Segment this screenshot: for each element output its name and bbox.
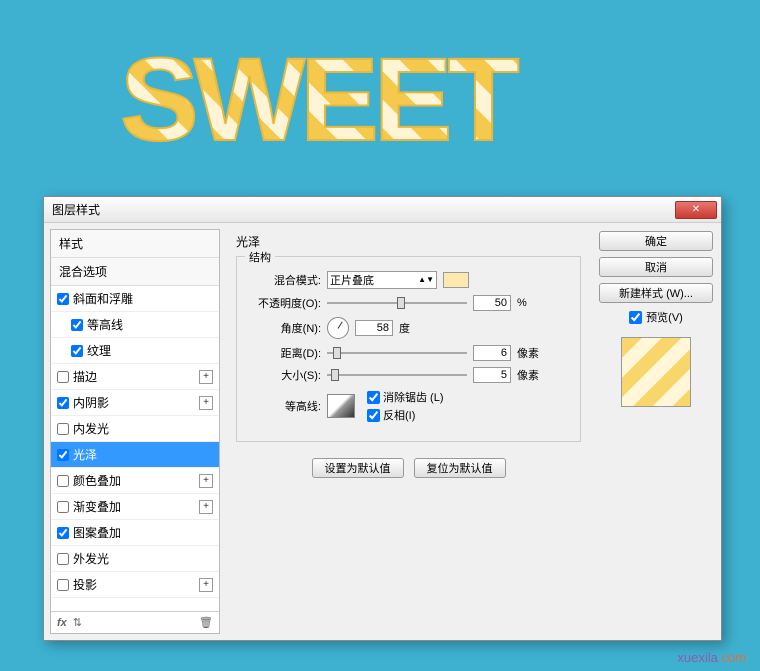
opacity-unit: % — [517, 297, 527, 309]
style-item-inner-shadow[interactable]: 内阴影 + — [51, 390, 219, 416]
plus-icon[interactable]: + — [199, 578, 213, 592]
titlebar: 图层样式 ✕ — [44, 197, 721, 223]
antialias-checkbox[interactable] — [367, 391, 380, 404]
set-default-button[interactable]: 设置为默认值 — [312, 458, 404, 478]
antialias-label: 消除锯齿 (L) — [383, 389, 444, 405]
contour-label: 等高线: — [247, 398, 321, 414]
contour-picker[interactable] — [327, 394, 355, 418]
svg-text:SWEET: SWEET — [120, 35, 518, 165]
angle-dial[interactable] — [327, 317, 349, 339]
style-label: 颜色叠加 — [73, 472, 121, 489]
fx-arrows-icon[interactable]: ⇅ — [73, 616, 82, 629]
invert-option[interactable]: 反相(I) — [367, 407, 444, 423]
style-label: 渐变叠加 — [73, 498, 121, 515]
size-label: 大小(S): — [247, 367, 321, 383]
checkbox-contour[interactable] — [71, 319, 83, 331]
style-label: 内阴影 — [73, 394, 109, 411]
group-label: 结构 — [245, 249, 275, 265]
checkbox-stroke[interactable] — [57, 371, 69, 383]
blend-mode-select[interactable]: 正片叠底 ▲▼ — [327, 271, 437, 289]
style-item-gradient-overlay[interactable]: 渐变叠加 + — [51, 494, 219, 520]
style-item-bevel[interactable]: 斜面和浮雕 — [51, 286, 219, 312]
layer-style-dialog: 图层样式 ✕ 样式 混合选项 斜面和浮雕 等高线 纹理 — [43, 196, 722, 641]
style-item-outer-glow[interactable]: 外发光 — [51, 546, 219, 572]
blend-mode-value: 正片叠底 — [330, 272, 374, 288]
color-swatch[interactable] — [443, 272, 469, 288]
plus-icon[interactable]: + — [199, 500, 213, 514]
style-label: 图案叠加 — [73, 524, 121, 541]
style-label: 描边 — [73, 368, 97, 385]
blend-mode-label: 混合模式: — [247, 272, 321, 288]
style-label: 纹理 — [87, 342, 111, 359]
style-label: 内发光 — [73, 420, 109, 437]
distance-unit: 像素 — [517, 345, 539, 361]
style-item-drop-shadow[interactable]: 投影 + — [51, 572, 219, 598]
opacity-slider[interactable] — [327, 295, 467, 311]
angle-label: 角度(N): — [247, 320, 321, 336]
plus-icon[interactable]: + — [199, 396, 213, 410]
close-button[interactable]: ✕ — [675, 201, 717, 219]
settings-panel: 光泽 结构 混合模式: 正片叠底 ▲▼ 不透明度(O): — [226, 229, 591, 634]
new-style-button[interactable]: 新建样式 (W)... — [599, 283, 713, 303]
style-item-pattern-overlay[interactable]: 图案叠加 — [51, 520, 219, 546]
style-item-stroke[interactable]: 描边 + — [51, 364, 219, 390]
blend-options-header[interactable]: 混合选项 — [51, 258, 219, 286]
checkbox-outer-glow[interactable] — [57, 553, 69, 565]
checkbox-inner-shadow[interactable] — [57, 397, 69, 409]
ok-button[interactable]: 确定 — [599, 231, 713, 251]
close-icon: ✕ — [692, 204, 700, 215]
invert-checkbox[interactable] — [367, 409, 380, 422]
style-label: 等高线 — [87, 316, 123, 333]
watermark: xuexila.com — [677, 650, 746, 665]
style-item-color-overlay[interactable]: 颜色叠加 + — [51, 468, 219, 494]
checkbox-color-overlay[interactable] — [57, 475, 69, 487]
reset-default-button[interactable]: 复位为默认值 — [414, 458, 506, 478]
plus-icon[interactable]: + — [199, 370, 213, 384]
checkbox-drop-shadow[interactable] — [57, 579, 69, 591]
size-slider[interactable] — [327, 367, 467, 383]
antialias-option[interactable]: 消除锯齿 (L) — [367, 389, 444, 405]
style-label: 外发光 — [73, 550, 109, 567]
preview-label: 预览(V) — [646, 309, 683, 325]
checkbox-pattern-overlay[interactable] — [57, 527, 69, 539]
style-label: 光泽 — [73, 446, 97, 463]
size-input[interactable] — [473, 367, 511, 383]
distance-input[interactable] — [473, 345, 511, 361]
checkbox-inner-glow[interactable] — [57, 423, 69, 435]
checkbox-gradient-overlay[interactable] — [57, 501, 69, 513]
action-panel: 确定 取消 新建样式 (W)... 预览(V) — [597, 229, 715, 634]
angle-unit: 度 — [399, 320, 410, 336]
style-item-satin[interactable]: 光泽 — [51, 442, 219, 468]
style-item-texture[interactable]: 纹理 — [51, 338, 219, 364]
structure-group: 结构 混合模式: 正片叠底 ▲▼ 不透明度(O): % — [236, 256, 581, 442]
cancel-button[interactable]: 取消 — [599, 257, 713, 277]
preview-checkbox[interactable] — [629, 311, 642, 324]
fx-icon[interactable]: fx — [57, 617, 67, 629]
dialog-title: 图层样式 — [52, 201, 675, 218]
opacity-label: 不透明度(O): — [247, 295, 321, 311]
plus-icon[interactable]: + — [199, 474, 213, 488]
style-label: 投影 — [73, 576, 97, 593]
chevron-updown-icon: ▲▼ — [418, 276, 434, 284]
styles-header[interactable]: 样式 — [51, 230, 219, 258]
checkbox-bevel[interactable] — [57, 293, 69, 305]
style-item-inner-glow[interactable]: 内发光 — [51, 416, 219, 442]
style-item-contour[interactable]: 等高线 — [51, 312, 219, 338]
size-unit: 像素 — [517, 367, 539, 383]
style-label: 斜面和浮雕 — [73, 290, 133, 307]
checkbox-texture[interactable] — [71, 345, 83, 357]
preview-option[interactable]: 预览(V) — [599, 309, 713, 325]
opacity-input[interactable] — [473, 295, 511, 311]
trash-icon[interactable]: 🗑 — [199, 616, 213, 629]
panel-title: 光泽 — [236, 233, 581, 250]
fx-toolbar: fx ⇅ 🗑 — [51, 611, 219, 633]
angle-input[interactable] — [355, 320, 393, 336]
distance-label: 距离(D): — [247, 345, 321, 361]
invert-label: 反相(I) — [383, 407, 415, 423]
distance-slider[interactable] — [327, 345, 467, 361]
styles-sidebar: 样式 混合选项 斜面和浮雕 等高线 纹理 描边 + — [50, 229, 220, 634]
candy-text-artwork: SWEET — [120, 35, 640, 165]
preview-swatch — [621, 337, 691, 407]
checkbox-satin[interactable] — [57, 449, 69, 461]
